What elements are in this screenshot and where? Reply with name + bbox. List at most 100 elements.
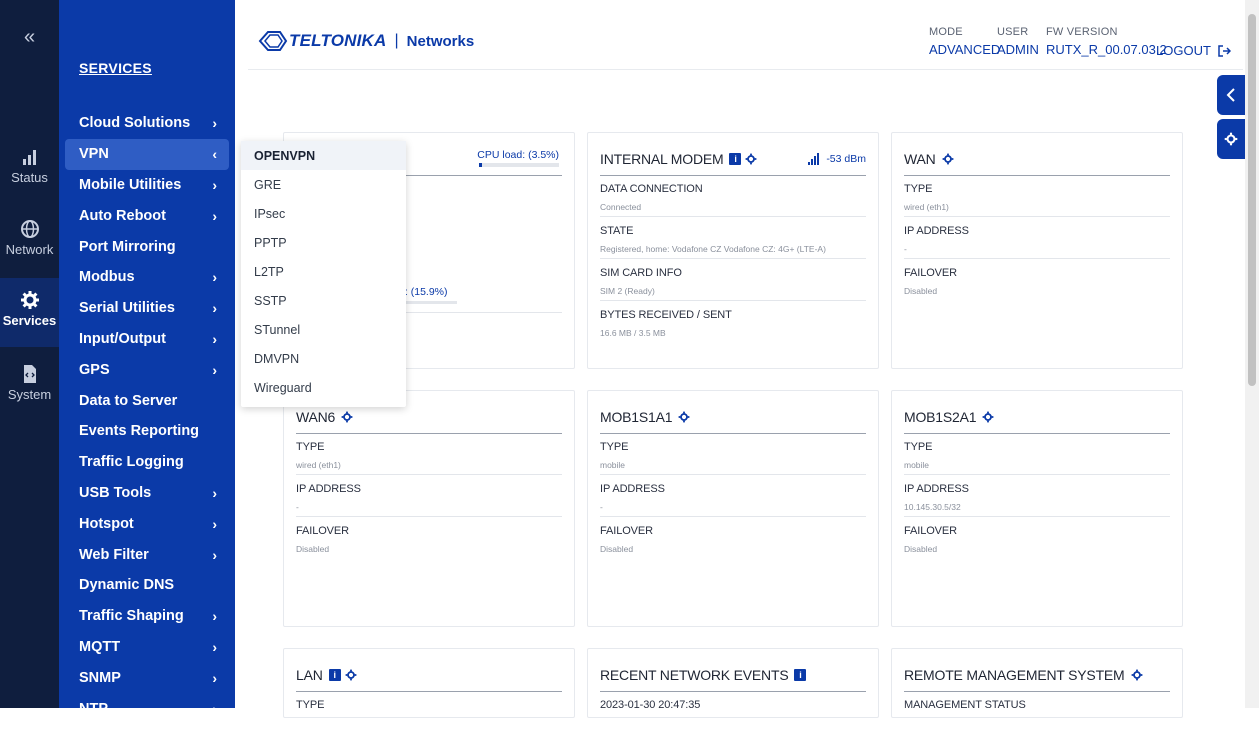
gear-icon[interactable] xyxy=(678,411,690,423)
info-icon[interactable]: i xyxy=(794,669,807,681)
card-title-text: REMOTE MANAGEMENT SYSTEM xyxy=(904,667,1125,683)
fw-label: FW VERSION xyxy=(1046,26,1118,38)
row-label: BYTES RECEIVED / SENT xyxy=(600,309,732,321)
menu-list: Cloud Solutions › VPN ‹ Mobile Utilities › Aut… xyxy=(65,108,229,708)
menu-item-serial-utilities[interactable]: Serial Utilities › xyxy=(65,293,229,324)
vpn-submenu-item-sstp[interactable]: SSTP xyxy=(241,286,406,315)
menu-item-usb-tools[interactable]: USB Tools › xyxy=(65,478,229,509)
gear-icon[interactable] xyxy=(1131,669,1143,681)
menu-item-input-output[interactable]: Input/Output › xyxy=(65,324,229,355)
gear-icon[interactable] xyxy=(345,669,357,681)
menu-item-traffic-logging[interactable]: Traffic Logging xyxy=(65,447,229,478)
vpn-submenu-item-openvpn[interactable]: OPENVPN xyxy=(241,141,406,170)
chevron-right-icon: › xyxy=(212,269,217,286)
menu-item-label: Mobile Utilities xyxy=(79,176,182,193)
card-title-text: MOB1S2A1 xyxy=(904,409,977,425)
row-label: TYPE xyxy=(296,441,325,453)
user-value[interactable]: ADMIN xyxy=(997,42,1039,57)
scrollbar-thumb[interactable] xyxy=(1248,14,1256,386)
collapse-menu-button[interactable]: « xyxy=(0,26,59,49)
menu-item-label: Port Mirroring xyxy=(79,238,176,255)
menu-item-label: Auto Reboot xyxy=(79,207,166,224)
row-label: IP ADDRESS xyxy=(904,225,969,237)
rail-item-system[interactable]: System xyxy=(0,364,59,402)
gear-icon[interactable] xyxy=(341,411,353,423)
menu-item-traffic-shaping[interactable]: Traffic Shaping › xyxy=(65,601,229,632)
row-label: IP ADDRESS xyxy=(904,483,969,495)
row-label: TYPE xyxy=(904,183,933,195)
menu-item-label: Traffic Logging xyxy=(79,454,184,471)
menu-item-mobile-utilities[interactable]: Mobile Utilities › xyxy=(65,170,229,201)
card-title: INTERNAL MODEM i xyxy=(600,151,757,167)
vpn-submenu-item-ipsec[interactable]: IPsec xyxy=(241,199,406,228)
chevron-right-icon: › xyxy=(212,330,217,347)
vpn-submenu-item-gre[interactable]: GRE xyxy=(241,170,406,199)
menu-item-ntp[interactable]: NTP › xyxy=(65,693,229,708)
row-label: STATE xyxy=(600,225,634,237)
menu-item-auto-reboot[interactable]: Auto Reboot › xyxy=(65,200,229,231)
row-label: TYPE xyxy=(296,699,325,711)
row-value: Disabled xyxy=(296,544,330,554)
teltonika-logo[interactable]: TELTONIKA | Networks xyxy=(258,28,474,54)
menu-item-label: Traffic Shaping xyxy=(79,608,184,625)
logout-button[interactable]: LOGOUT xyxy=(1156,43,1231,58)
menu-item-port-mirroring[interactable]: Port Mirroring xyxy=(65,231,229,262)
menu-item-mqtt[interactable]: MQTT › xyxy=(65,632,229,663)
row-value: Disabled xyxy=(600,544,634,554)
rail-item-services[interactable]: Services xyxy=(0,278,59,347)
rail-item-status[interactable]: Status xyxy=(0,147,59,185)
info-icon[interactable]: i xyxy=(729,153,742,165)
gear-icon[interactable] xyxy=(942,153,954,165)
gear-icon[interactable] xyxy=(745,153,757,165)
menu-item-hotspot[interactable]: Hotspot › xyxy=(65,508,229,539)
menu-item-label: Hotspot xyxy=(79,515,134,532)
row-value: wired (eth1) xyxy=(296,460,341,470)
info-icon[interactable]: i xyxy=(328,669,341,681)
menu-item-gps[interactable]: GPS › xyxy=(65,354,229,385)
row-value: Disabled xyxy=(904,544,938,554)
vpn-submenu-item-l2tp[interactable]: L2TP xyxy=(241,257,406,286)
vpn-submenu-item-stunnel[interactable]: STunnel xyxy=(241,315,406,344)
vpn-submenu-item-dmvpn[interactable]: DMVPN xyxy=(241,344,406,373)
chevron-right-icon: › xyxy=(212,361,217,378)
gear-icon xyxy=(1224,132,1238,146)
chevron-right-icon: › xyxy=(212,300,217,317)
row-value: - xyxy=(904,244,907,254)
card-title-text: WAN xyxy=(904,151,936,167)
side-panel-toggle[interactable] xyxy=(1217,75,1245,115)
chevron-right-icon: › xyxy=(212,515,217,532)
menu-item-web-filter[interactable]: Web Filter › xyxy=(65,539,229,570)
menu-item-snmp[interactable]: SNMP › xyxy=(65,662,229,693)
brand-name: TELTONIKA xyxy=(289,31,387,50)
chevron-left-icon xyxy=(1226,88,1235,102)
chevron-right-icon: › xyxy=(212,207,217,224)
gear-icon[interactable] xyxy=(982,411,994,423)
menu-item-label: GPS xyxy=(79,361,110,378)
menu-item-data-to-server[interactable]: Data to Server xyxy=(65,385,229,416)
mode-value[interactable]: ADVANCED xyxy=(929,42,1000,57)
page-scrollbar[interactable] xyxy=(1245,0,1259,708)
vpn-submenu-item-pptp[interactable]: PPTP xyxy=(241,228,406,257)
mode-info: MODE ADVANCED xyxy=(929,26,1000,57)
info-row: STATE Registered, home: Vodafone CZ Vodaf… xyxy=(600,217,866,259)
brand-separator: | xyxy=(394,32,399,49)
row-label: 2023-01-30 20:47:35 xyxy=(600,699,701,711)
fw-info: FW VERSION RUTX_R_00.07.03.2 xyxy=(1046,26,1167,57)
row-value: mobile xyxy=(904,460,930,470)
vpn-submenu: OPENVPN GRE IPsec PPTP L2TP SSTP STunnel DMVPN W… xyxy=(241,141,406,407)
info-row: IP ADDRESS - xyxy=(296,475,562,517)
fw-value[interactable]: RUTX_R_00.07.03.2 xyxy=(1046,42,1167,57)
rail-item-network[interactable]: Network xyxy=(0,219,59,257)
menu-item-events-reporting[interactable]: Events Reporting xyxy=(65,416,229,447)
menu-item-cloud-solutions[interactable]: Cloud Solutions › xyxy=(65,108,229,139)
logout-icon xyxy=(1218,44,1231,57)
vpn-submenu-item-wireguard[interactable]: Wireguard xyxy=(241,373,406,402)
settings-side-button[interactable] xyxy=(1217,119,1245,159)
chevron-right-icon: › xyxy=(212,638,217,655)
menu-item-dynamic-dns[interactable]: Dynamic DNS xyxy=(65,570,229,601)
signal-icon xyxy=(808,153,820,165)
menu-item-label: Events Reporting xyxy=(79,423,200,440)
gear-icon xyxy=(20,291,39,309)
menu-item-modbus[interactable]: Modbus › xyxy=(65,262,229,293)
menu-item-vpn[interactable]: VPN ‹ xyxy=(65,138,229,170)
